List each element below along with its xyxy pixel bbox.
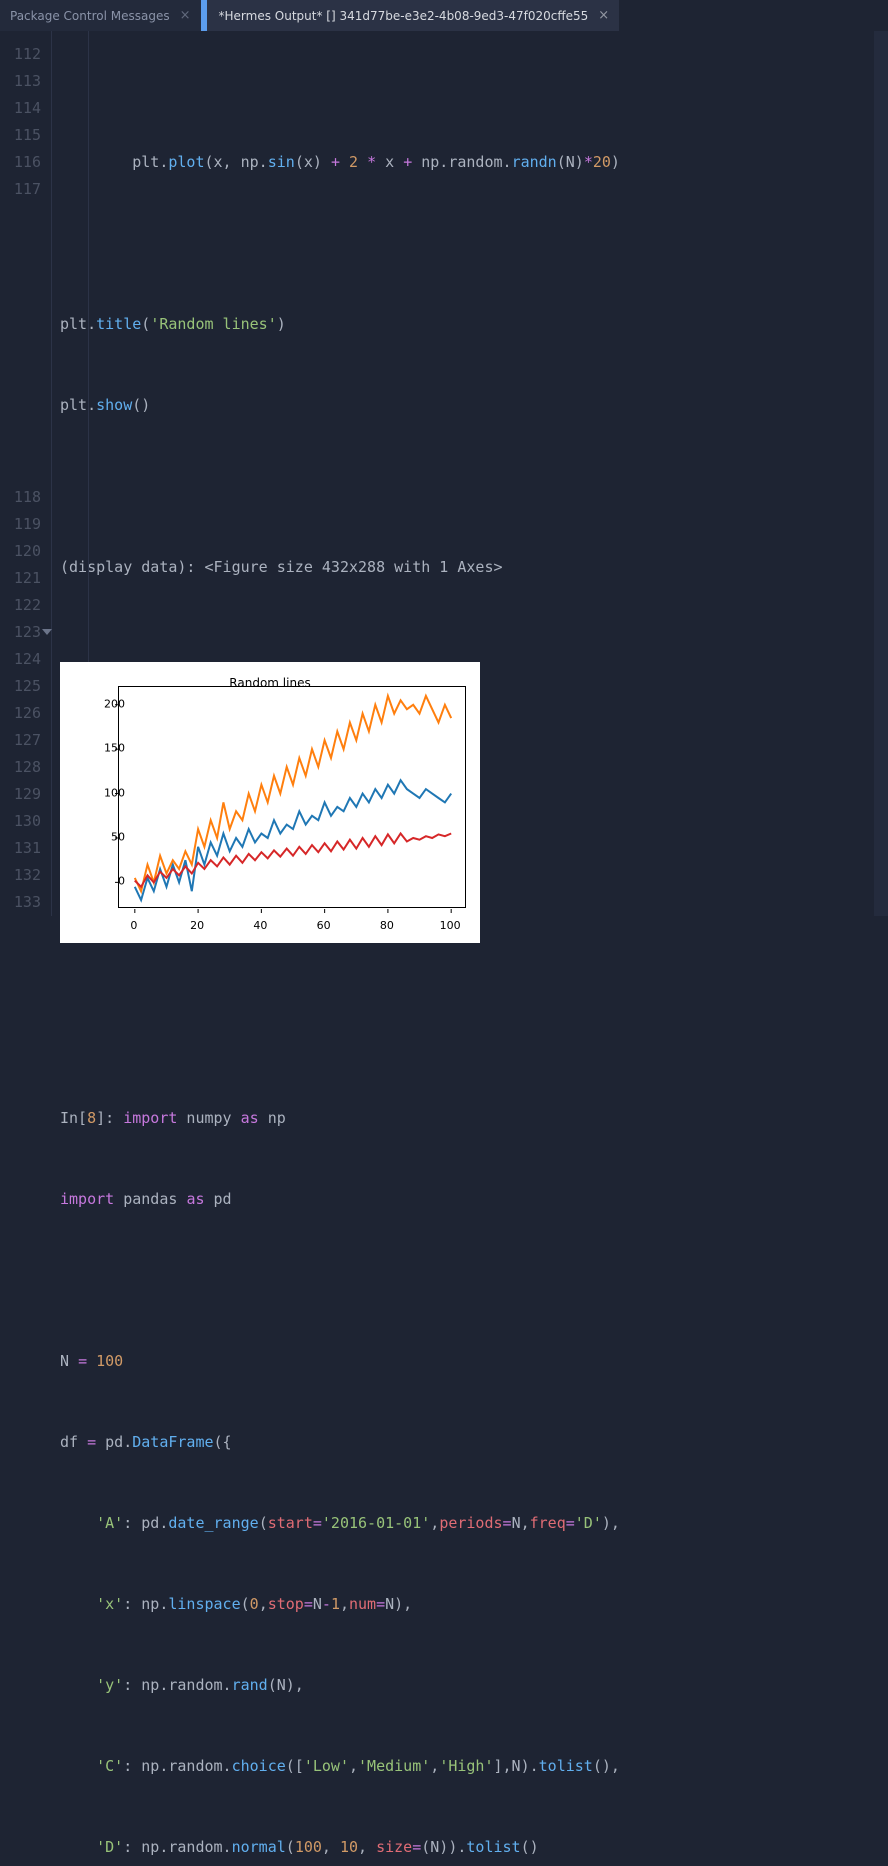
line-number: 113 [0,68,51,95]
y-tick-label: 50 [111,823,125,850]
chart-axes [118,686,466,908]
y-tick-label: 150 [104,735,125,762]
x-tick-label: 100 [440,912,461,939]
tab-package-control[interactable]: Package Control Messages × [0,0,201,31]
x-tick-label: 80 [380,912,394,939]
x-tick-label: 60 [317,912,331,939]
tab-label: Package Control Messages [10,9,170,23]
line-number: 132 [0,862,51,889]
y-tick-label: 200 [104,690,125,717]
line-number: 130 [0,808,51,835]
tab-bar: Package Control Messages × *Hermes Outpu… [0,0,888,31]
editor-pane: 112 113 114 115 116 117 118 119 120 121 … [0,31,888,916]
tab-hermes-output[interactable]: *Hermes Output* [] 341d77be-e3e2-4b08-9e… [201,0,620,31]
line-number: 128 [0,754,51,781]
line-number-gutter: 112 113 114 115 116 117 118 119 120 121 … [0,31,52,916]
line-number: 127 [0,727,51,754]
x-tick-label: 20 [190,912,204,939]
line-number: 124 [0,646,51,673]
close-icon[interactable]: × [180,8,191,23]
line-number: 120 [0,538,51,565]
line-number: 126 [0,700,51,727]
y-tick-label: 0 [118,868,125,895]
inline-chart: Random lines 050100150200 020406080100 [60,662,480,943]
line-number: 115 [0,122,51,149]
line-number: 116 [0,149,51,176]
line-number: 117 [0,176,51,203]
line-number: 131 [0,835,51,862]
line-number: 133 [0,889,51,916]
line-number: 121 [0,565,51,592]
line-number: 114 [0,95,51,122]
x-tick-label: 40 [253,912,267,939]
line-number [0,203,51,484]
line-number: 125 [0,673,51,700]
line-number: 119 [0,511,51,538]
line-number-fold[interactable]: 123 [0,619,51,646]
close-icon[interactable]: × [598,8,609,23]
line-number: 118 [0,484,51,511]
line-number: 129 [0,781,51,808]
tab-label: *Hermes Output* [] 341d77be-e3e2-4b08-9e… [219,9,589,23]
y-tick-label: 100 [104,779,125,806]
x-tick-label: 0 [130,912,137,939]
vertical-scrollbar[interactable] [874,31,888,916]
line-number: 112 [0,41,51,68]
code-area[interactable]: plt.plot(x, np.sin(x) + 2 * x + np.rando… [52,31,874,916]
line-number: 122 [0,592,51,619]
